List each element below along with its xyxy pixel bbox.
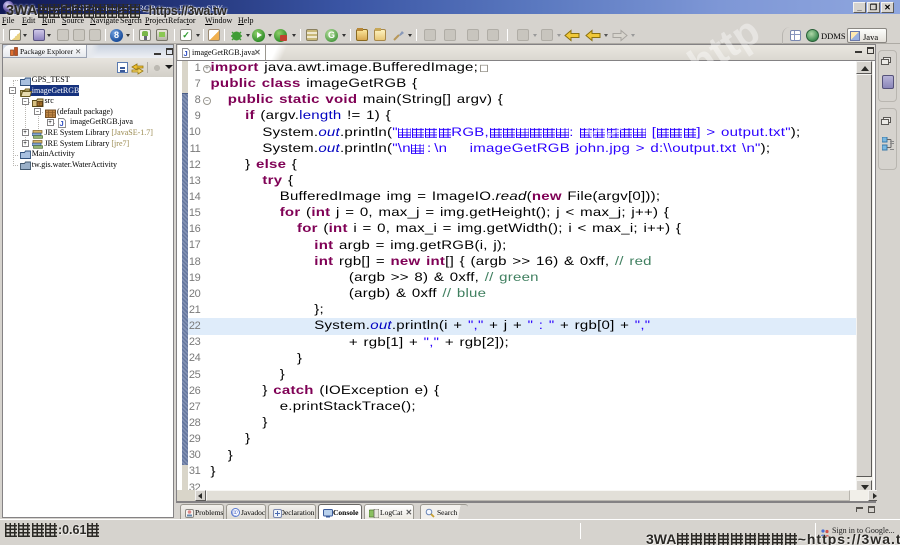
svg-text:J: J [184,49,188,58]
